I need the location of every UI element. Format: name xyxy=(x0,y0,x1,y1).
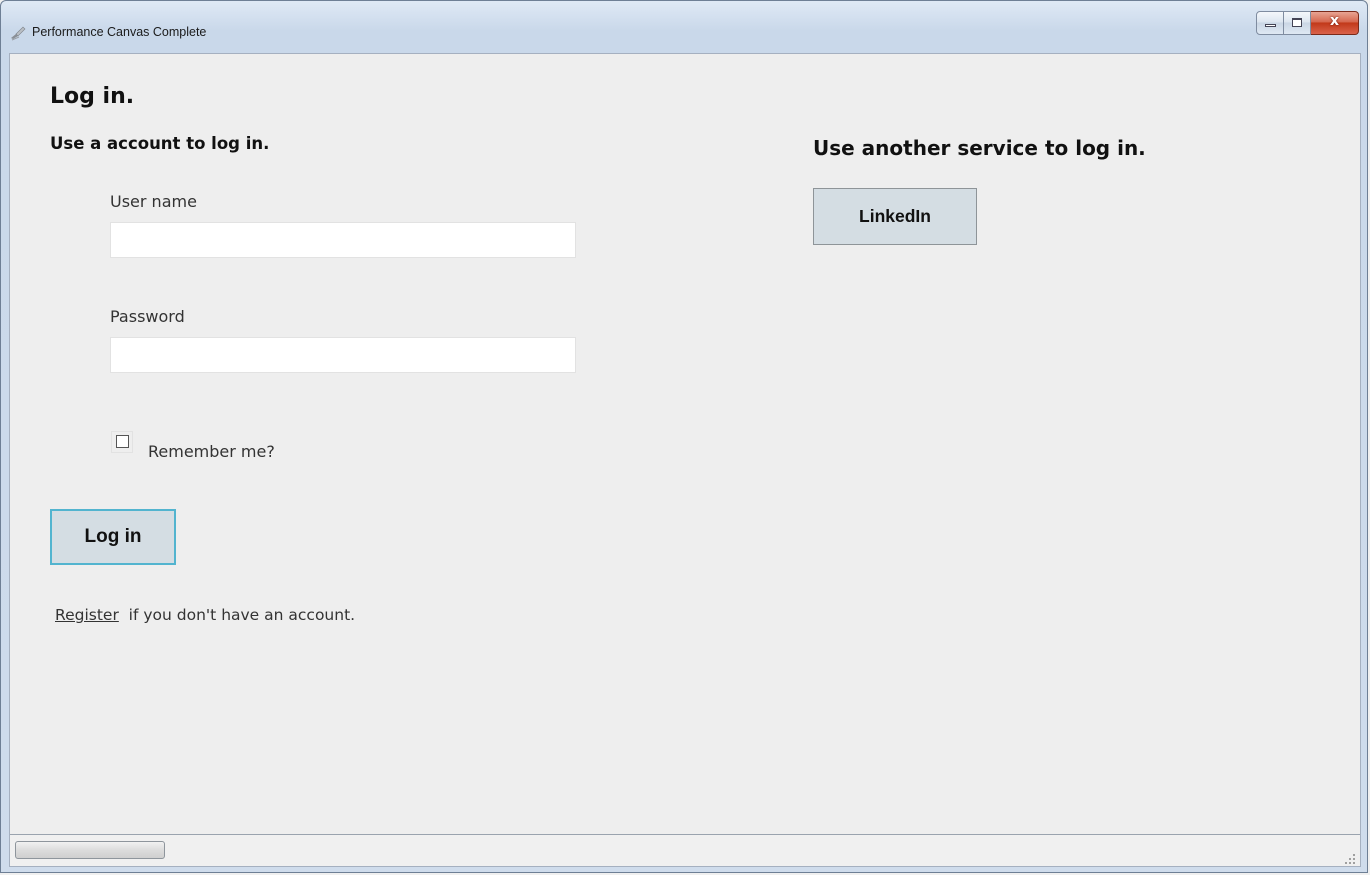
horizontal-scrollbar[interactable] xyxy=(10,834,1360,866)
register-text: if you don't have an account. xyxy=(118,606,356,624)
checkbox-box xyxy=(116,435,129,448)
register-line: Register if you don't have an account. xyxy=(55,606,355,624)
username-label: User name xyxy=(110,192,197,211)
maximize-icon xyxy=(1292,18,1302,27)
maximize-button[interactable] xyxy=(1284,11,1311,35)
minimize-button[interactable] xyxy=(1256,11,1284,35)
close-button[interactable]: x xyxy=(1311,11,1359,35)
external-login-heading: Use another service to log in. xyxy=(813,136,1146,160)
app-window: Performance Canvas Complete x Log in. Us… xyxy=(0,0,1368,873)
window-title: Performance Canvas Complete xyxy=(32,25,207,39)
password-label: Password xyxy=(110,307,185,326)
login-button[interactable]: Log in xyxy=(50,509,176,565)
app-brush-icon xyxy=(10,25,26,41)
username-field[interactable] xyxy=(110,222,576,258)
linkedin-button[interactable]: LinkedIn xyxy=(813,188,977,245)
remember-me-label[interactable]: Remember me? xyxy=(148,442,275,461)
password-field[interactable] xyxy=(110,337,576,373)
minimize-icon xyxy=(1265,24,1276,27)
resize-grip-icon[interactable] xyxy=(1344,850,1356,864)
client-area: Log in. Use a account to log in. User na… xyxy=(9,53,1361,867)
page-title: Log in. xyxy=(50,84,135,109)
title-bar[interactable]: Performance Canvas Complete x xyxy=(1,1,1367,53)
local-login-heading: Use a account to log in. xyxy=(50,134,270,153)
remember-me-checkbox[interactable] xyxy=(111,431,133,453)
caption-buttons: x xyxy=(1256,11,1359,37)
login-page: Log in. Use a account to log in. User na… xyxy=(10,54,1360,834)
close-icon: x xyxy=(1329,13,1340,29)
register-link[interactable]: Register xyxy=(55,606,119,624)
scrollbar-thumb[interactable] xyxy=(15,841,165,859)
